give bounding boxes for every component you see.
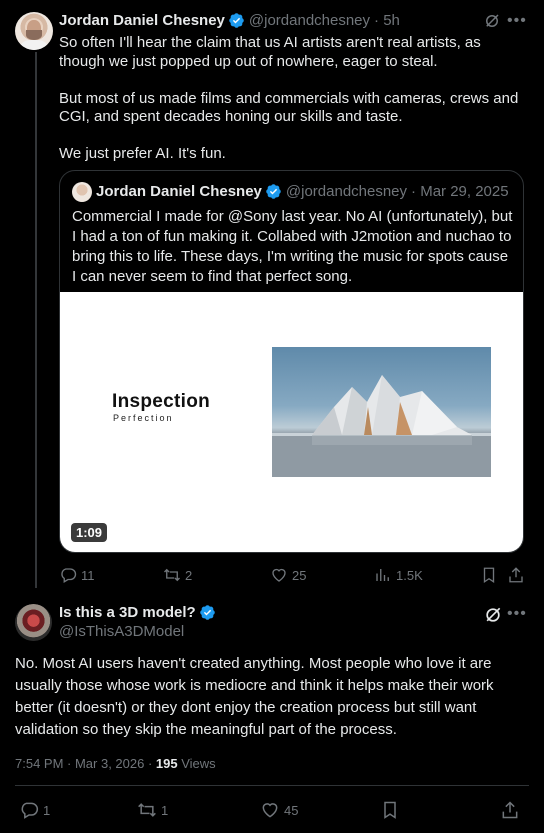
reply-button[interactable]: 11 <box>59 566 95 584</box>
tweet-paragraph: But most of us made films and commercial… <box>59 89 519 126</box>
views-button[interactable]: 1.5K <box>374 566 423 584</box>
bookmark-button[interactable] <box>480 566 498 584</box>
share-icon <box>502 801 518 819</box>
thread-connector-line <box>35 52 37 588</box>
repost-icon <box>164 568 180 582</box>
like-icon <box>262 803 278 818</box>
quoted-author-handle: @jordandchesney <box>285 183 408 200</box>
share-button[interactable] <box>507 566 525 584</box>
verified-badge-icon <box>199 604 216 621</box>
like-count: 25 <box>292 567 307 583</box>
reply-count: 11 <box>81 567 95 583</box>
quoted-post-date: · Mar 29, 2025 <box>411 183 509 200</box>
quoted-tweet-card[interactable]: Jordan Daniel Chesney @jordandchesney · … <box>59 170 524 553</box>
tweet-paragraph: So often I'll hear the claim that us AI … <box>59 34 481 70</box>
reply-icon <box>21 802 39 819</box>
author-handle[interactable]: @IsThisA3DModel <box>59 623 184 640</box>
verified-badge-icon <box>265 183 282 200</box>
bookmark-button[interactable] <box>380 800 400 820</box>
views-icon <box>376 569 389 581</box>
like-button[interactable]: 25 <box>270 566 306 584</box>
share-button[interactable] <box>500 800 520 820</box>
share-icon <box>509 567 523 583</box>
tweet-timestamp[interactable]: 7:54 PM · Mar 3, 2026 · <box>15 756 156 771</box>
quoted-author-avatar <box>72 182 92 202</box>
quoted-author-name: Jordan Daniel Chesney <box>96 183 262 200</box>
repost-count: 1 <box>161 802 169 818</box>
author-avatar[interactable] <box>15 604 52 641</box>
verified-badge-icon <box>228 12 245 29</box>
tweet-body: No. Most AI users haven't created anythi… <box>15 655 494 738</box>
post-time[interactable]: · 5h <box>374 12 400 29</box>
architecture-render-image <box>272 347 491 477</box>
tweet-paragraph: We just prefer AI. It's fun. <box>59 145 226 162</box>
reply-count: 1 <box>43 802 51 818</box>
views-count: 195 <box>155 756 178 771</box>
tweet-header: Is this a 3D model? <box>59 604 216 621</box>
video-subtitle: Perfection <box>113 413 174 423</box>
bookmark-icon <box>483 567 495 584</box>
more-icon[interactable]: ••• <box>507 606 527 622</box>
video-player[interactable]: Inspection Perfection 1:09 <box>60 292 523 552</box>
like-icon <box>272 568 286 582</box>
author-handle[interactable]: @jordandchesney <box>249 12 370 29</box>
like-count: 45 <box>284 802 299 818</box>
author-name[interactable]: Jordan Daniel Chesney <box>59 12 225 29</box>
tweet-body: So often I'll hear the claim that us AI … <box>59 34 529 164</box>
reply-icon <box>61 568 77 583</box>
author-name[interactable]: Is this a 3D model? <box>59 604 196 621</box>
bookmark-icon <box>384 801 396 819</box>
divider <box>15 785 529 786</box>
quoted-tweet-text: Commercial I made for @Sony last year. N… <box>72 208 513 285</box>
video-title: Inspection <box>112 391 211 412</box>
repost-button[interactable]: 1 <box>137 800 168 820</box>
repost-count: 2 <box>185 567 193 583</box>
author-handle-row: @IsThisA3DModel <box>59 623 184 640</box>
tweet-header: Jordan Daniel Chesney @jordandchesney · … <box>59 12 400 29</box>
author-avatar[interactable] <box>15 12 53 50</box>
repost-icon <box>138 803 156 817</box>
more-icon[interactable]: ••• <box>507 13 527 29</box>
grok-icon[interactable] <box>483 12 501 30</box>
tweet-metadata: 7:54 PM · Mar 3, 2026 · 195 Views <box>15 756 216 771</box>
quoted-tweet-header: Jordan Daniel Chesney @jordandchesney · … <box>96 183 509 200</box>
repost-button[interactable]: 2 <box>163 566 192 584</box>
video-duration-badge: 1:09 <box>71 523 108 542</box>
views-count: 1.5K <box>396 567 423 583</box>
grok-icon[interactable] <box>483 605 503 625</box>
like-button[interactable]: 45 <box>260 800 298 820</box>
views-label: Views <box>177 756 216 771</box>
reply-button[interactable]: 1 <box>19 800 50 820</box>
